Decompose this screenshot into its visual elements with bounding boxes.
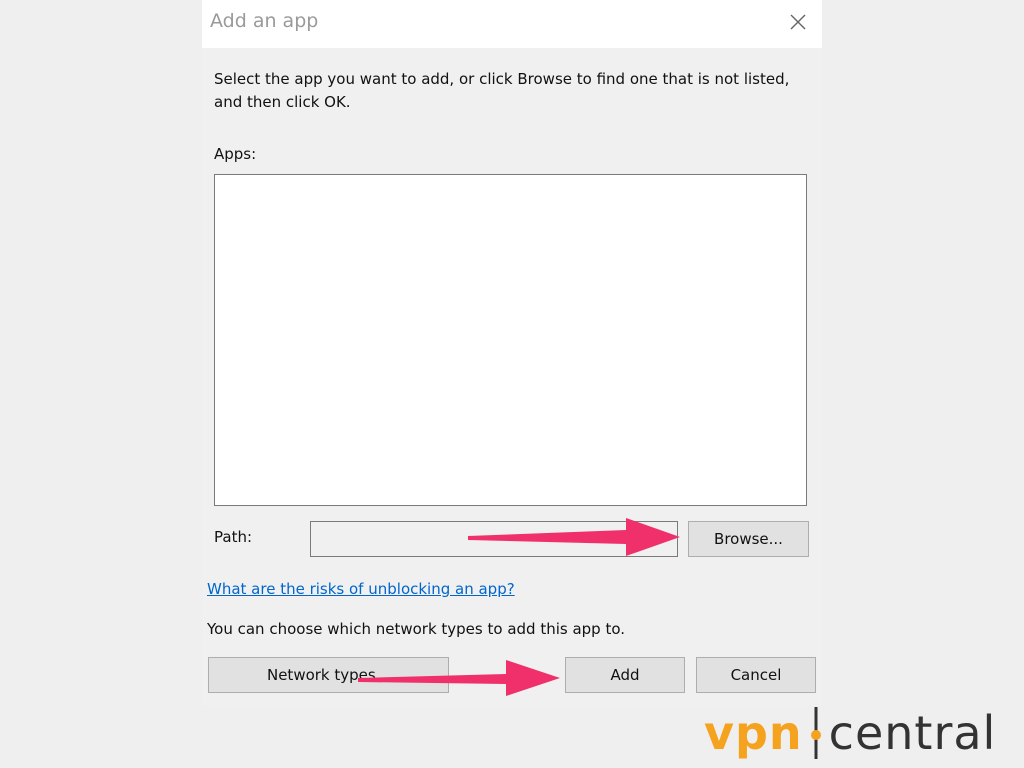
cancel-button[interactable]: Cancel (696, 657, 816, 693)
risks-link[interactable]: What are the risks of unblocking an app? (207, 580, 515, 598)
add-app-dialog: Add an app Select the app you want to ad… (202, 0, 822, 706)
network-types-button[interactable]: Network types... (208, 657, 449, 693)
logo-central-text: central (828, 706, 997, 760)
close-button[interactable] (782, 6, 814, 38)
browse-button[interactable]: Browse... (688, 521, 809, 557)
apps-label: Apps: (214, 145, 257, 163)
logo-separator-icon (810, 707, 821, 759)
path-input[interactable] (310, 521, 678, 557)
vpncentral-logo: vpn central (704, 702, 1020, 764)
instruction-text: Select the app you want to add, or click… (214, 70, 790, 111)
close-icon (790, 14, 806, 30)
add-button[interactable]: Add (565, 657, 685, 693)
logo-vpn-text: vpn (704, 706, 803, 760)
dialog-title: Add an app (210, 10, 319, 32)
apps-list[interactable] (214, 174, 807, 506)
network-types-text: You can choose which network types to ad… (207, 620, 626, 638)
path-label: Path: (214, 528, 253, 546)
title-bar: Add an app (202, 0, 822, 48)
